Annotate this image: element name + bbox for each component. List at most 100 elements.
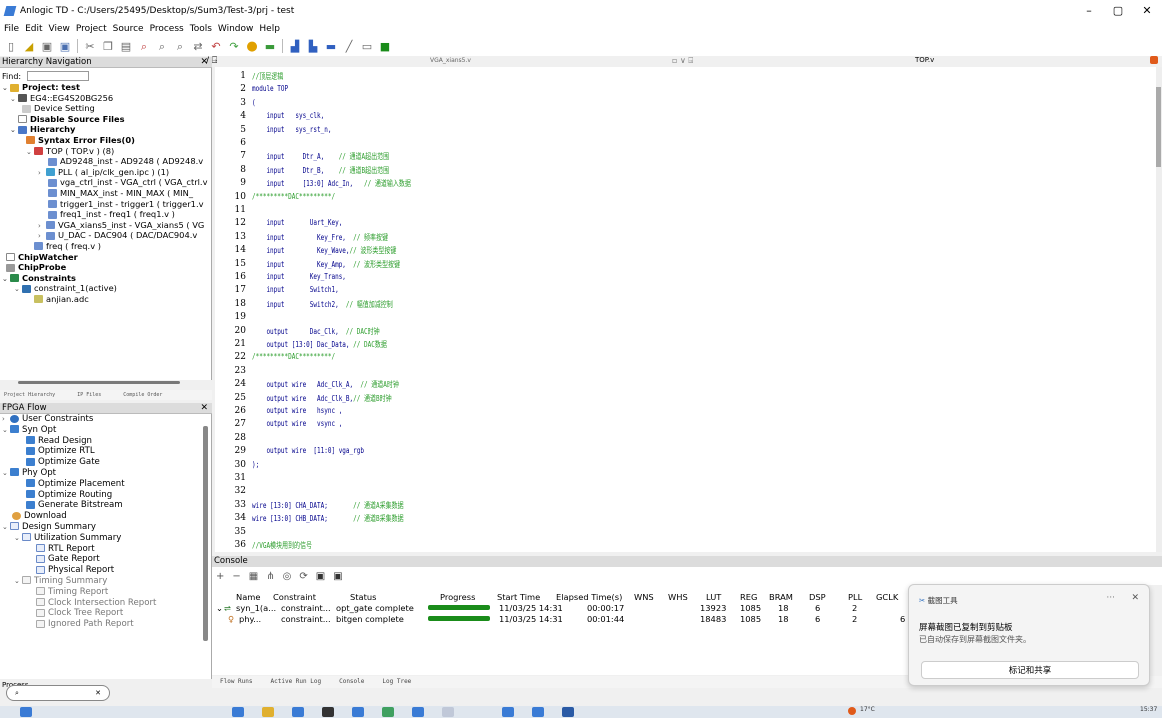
tree-item-module[interactable]: freq ( freq.v ) (0, 241, 211, 252)
menu-window[interactable]: Window (218, 24, 254, 34)
tab-project-hierarchy[interactable]: Project Hierarchy (4, 390, 55, 400)
flow-item[interactable]: Optimize RTL (0, 446, 211, 457)
flow-item[interactable]: Download (0, 511, 211, 522)
app-icon[interactable] (292, 707, 304, 717)
window-icon[interactable]: ▭ (360, 40, 374, 53)
find-input[interactable] (27, 71, 90, 81)
refresh-icon[interactable]: ⟳ (299, 571, 307, 582)
app-icon[interactable] (352, 707, 364, 717)
column-header[interactable]: REG (740, 592, 757, 602)
find-next-icon[interactable]: ⌕ (155, 40, 169, 53)
editor-left-icon[interactable]: / ⍈ (206, 56, 217, 66)
close-icon[interactable]: ✕ (1136, 3, 1158, 19)
tab-nav-icon[interactable]: ▫ ∨ ⍈ (672, 56, 693, 66)
tree-item-module[interactable]: › PLL ( al_ip/clk_gen.ipc ) (1) (0, 167, 211, 178)
chip-view-icon[interactable]: ▟ (288, 40, 302, 53)
new-file-icon[interactable]: ▯ (4, 40, 18, 53)
column-header[interactable]: BRAM (769, 592, 793, 602)
stop-icon[interactable]: ▬ (263, 40, 277, 53)
column-header[interactable]: Status (350, 592, 376, 602)
clock[interactable]: 15:37 (1140, 706, 1157, 713)
cut-icon[interactable]: ✂ (83, 40, 97, 53)
tree-item-top[interactable]: ⌄ TOP ( TOP.v ) (8) (0, 146, 211, 157)
tree-item-constraint-1[interactable]: ⌄ constraint_1(active) (0, 283, 211, 294)
paste-icon[interactable]: ▤ (119, 40, 133, 53)
tab-compile-order[interactable]: Compile Order (123, 390, 162, 400)
app-icon[interactable] (382, 707, 394, 717)
tree-item-constraints[interactable]: ⌄ Constraints (0, 273, 211, 284)
column-header[interactable]: Start Time (497, 592, 540, 602)
editor-scroll-thumb[interactable] (1156, 87, 1161, 167)
column-header[interactable]: Progress (440, 592, 475, 602)
tree-item-module[interactable]: vga_ctrl_inst - VGA_ctrl ( VGA_ctrl.v (0, 177, 211, 188)
tab-log-tree[interactable]: Log Tree (382, 676, 411, 688)
column-header[interactable]: Elapsed Time(s) (556, 592, 622, 602)
copy-icon[interactable]: ❐ (101, 40, 115, 53)
undo-icon[interactable]: ↶ (209, 40, 223, 53)
flow-item[interactable]: Read Design (0, 436, 211, 447)
waveform-icon[interactable]: ▬ (324, 40, 338, 53)
editor-scrollbar[interactable] (1156, 67, 1162, 552)
link-icon[interactable]: ⋔ (266, 571, 274, 582)
tree-item-hierarchy[interactable]: ⌄ Hierarchy (0, 124, 211, 135)
app-icon[interactable] (232, 707, 244, 717)
column-header[interactable]: PLL (848, 592, 862, 602)
app-icon[interactable] (562, 707, 574, 717)
flow-item[interactable]: ⌄ Timing Summary (0, 576, 211, 587)
flow-item[interactable]: ⌄ Phy Opt (0, 468, 211, 479)
tree-item-disable-source[interactable]: Disable Source Files (0, 114, 211, 125)
menu-project[interactable]: Project (76, 24, 107, 34)
maximize-icon[interactable]: ▢ (1107, 3, 1129, 19)
mark-and-share-button[interactable]: 标记和共享 (921, 661, 1139, 679)
app-icon[interactable] (532, 707, 544, 717)
save-all-icon[interactable]: ▣ (58, 40, 72, 53)
menu-source[interactable]: Source (113, 24, 144, 34)
open-folder-icon[interactable]: ◢ (22, 40, 36, 53)
flow-scrollbar[interactable] (203, 426, 208, 641)
flow-item[interactable]: Clock Tree Report (0, 608, 211, 619)
flow-item[interactable]: Optimize Routing (0, 490, 211, 501)
flow-item[interactable]: Physical Report (0, 565, 211, 576)
find-prev-icon[interactable]: ⌕ (173, 40, 187, 53)
close-icon[interactable]: ✕ (95, 686, 101, 700)
menu-file[interactable]: File (4, 24, 19, 34)
menu-edit[interactable]: Edit (25, 24, 42, 34)
flow-item[interactable]: Optimize Gate (0, 457, 211, 468)
tree-item-adc-file[interactable]: anjian.adc (0, 294, 211, 305)
start-icon[interactable] (20, 707, 32, 717)
tab-ip-files[interactable]: IP Files (77, 390, 101, 400)
tab-flow-runs[interactable]: Flow Runs (220, 676, 253, 688)
flow-item[interactable]: Gate Report (0, 554, 211, 565)
menu-process[interactable]: Process (150, 24, 184, 34)
column-header[interactable]: WHS (668, 592, 688, 602)
replace-icon[interactable]: ⇄ (191, 40, 205, 53)
tree-item-module[interactable]: freq1_inst - freq1 ( freq1.v ) (0, 209, 211, 220)
tree-item-module[interactable]: trigger1_inst - trigger1 ( trigger1.v (0, 199, 211, 210)
download-icon[interactable]: ■ (378, 40, 392, 53)
pen-icon[interactable]: ╱ (342, 40, 356, 53)
tree-item-syntax-errors[interactable]: Syntax Error Files(0) (0, 135, 211, 146)
tree-item-chipprobe[interactable]: ChipProbe (0, 262, 211, 273)
flow-item[interactable]: ⌄ Syn Opt (0, 425, 211, 436)
column-header[interactable]: Constraint (273, 592, 316, 602)
flow-item[interactable]: Timing Report (0, 587, 211, 598)
save-icon[interactable]: ▣ (40, 40, 54, 53)
close-editor-icon[interactable] (1150, 56, 1158, 64)
minimize-icon[interactable]: – (1078, 3, 1100, 19)
tree-item-module[interactable]: AD9248_inst - AD9248 ( AD9248.v (0, 156, 211, 167)
tree-item-project[interactable]: ⌄ Project: test (0, 82, 211, 93)
tree-item-module[interactable]: MIN_MAX_inst - MIN_MAX ( MIN_ (0, 188, 211, 199)
add-icon[interactable]: + (216, 571, 224, 582)
record-icon[interactable]: ◎ (283, 571, 292, 582)
flow-item[interactable]: Generate Bitstream (0, 500, 211, 511)
flow-item[interactable]: RTL Report (0, 544, 211, 555)
column-header[interactable]: GCLK (876, 592, 898, 602)
grid-icon[interactable]: ▣ (333, 571, 342, 582)
search-pill[interactable]: ⌕ ✕ (6, 685, 110, 701)
grid-icon[interactable]: ▣ (316, 571, 325, 582)
search-icon[interactable]: ⌕ (137, 40, 151, 53)
column-header[interactable]: Name (236, 592, 260, 602)
run-icon[interactable]: ● (245, 40, 259, 53)
table-icon[interactable]: ▦ (249, 571, 258, 582)
tree-item-chipwatcher[interactable]: ChipWatcher (0, 252, 211, 263)
